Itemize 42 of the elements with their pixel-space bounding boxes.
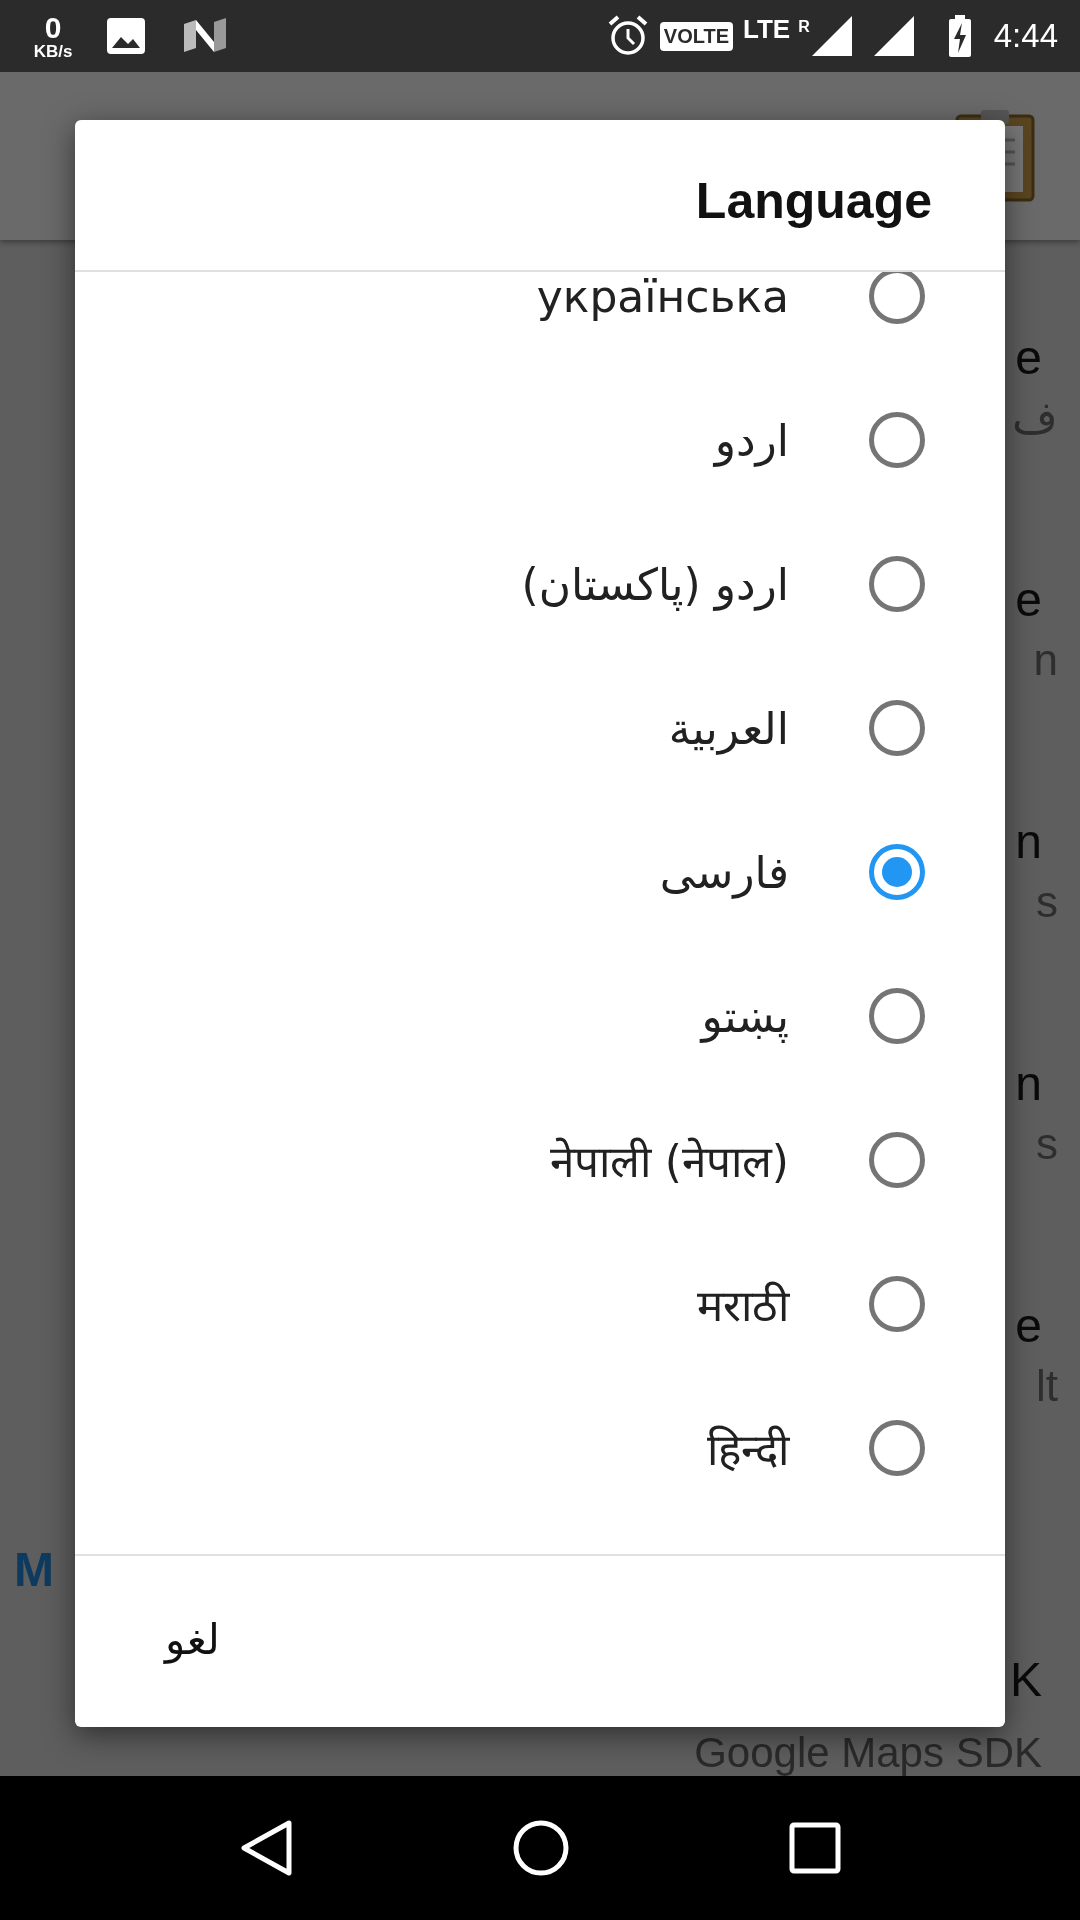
- image-icon: [106, 17, 146, 55]
- network-type: LTE: [743, 13, 791, 45]
- roaming-indicator: R: [798, 18, 810, 36]
- speed-unit: KB/s: [33, 42, 73, 60]
- section-heading: M: [14, 1542, 54, 1598]
- recents-icon[interactable]: [788, 1822, 841, 1874]
- language-label: नेपाली (नेपाल): [549, 1135, 789, 1189]
- radio-button[interactable]: [869, 844, 925, 900]
- clock-time: 4:44: [993, 17, 1058, 55]
- radio-button[interactable]: [869, 1420, 925, 1476]
- setting-title: n: [1015, 814, 1042, 870]
- alarm-icon: [607, 15, 648, 57]
- radio-button[interactable]: [869, 412, 925, 468]
- radio-button[interactable]: [869, 556, 925, 612]
- language-label: فارسی: [659, 846, 789, 898]
- language-label: हिन्दी: [707, 1423, 789, 1477]
- language-label: اردو (پاکستان): [521, 558, 789, 610]
- language-label: українська: [536, 272, 789, 322]
- setting-title: n: [1015, 1056, 1042, 1112]
- radio-button[interactable]: [869, 988, 925, 1044]
- dialog-title: Language: [695, 172, 932, 230]
- n-logo-icon: [182, 18, 228, 54]
- battery-charging-icon: [947, 15, 972, 57]
- language-label: اردو: [714, 414, 789, 466]
- signal-icon: [873, 16, 914, 56]
- radio-button[interactable]: [869, 700, 925, 756]
- radio-button[interactable]: [869, 1132, 925, 1188]
- setting-title: e: [1015, 330, 1042, 386]
- setting-title: e: [1015, 572, 1042, 628]
- language-label: العربية: [668, 702, 789, 754]
- setting-title: K: [1010, 1652, 1042, 1708]
- cancel-button[interactable]: لغو: [135, 1601, 250, 1678]
- language-label: پښتو: [701, 990, 789, 1042]
- setting-title: e: [1015, 1298, 1042, 1354]
- volte-badge: VOLTE: [659, 21, 733, 51]
- home-icon[interactable]: [512, 1819, 570, 1877]
- speed-value: 0: [44, 12, 62, 43]
- radio-button[interactable]: [869, 272, 925, 324]
- back-icon[interactable]: [239, 1819, 294, 1877]
- language-label: मराठी: [697, 1279, 789, 1333]
- radio-button[interactable]: [869, 1276, 925, 1332]
- signal-icon: [811, 16, 852, 56]
